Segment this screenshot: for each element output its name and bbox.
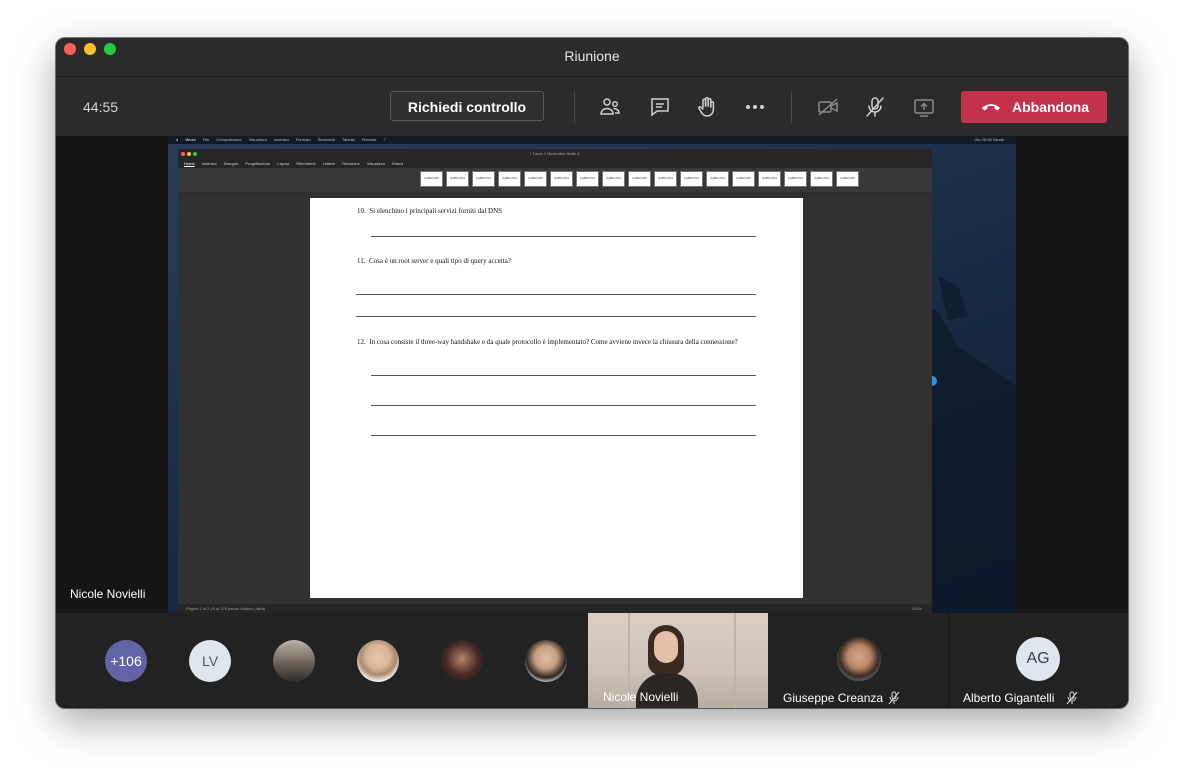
avatar[interactable]: [441, 640, 483, 682]
camera-off-icon[interactable]: [816, 95, 840, 119]
toolbar-divider: [574, 91, 575, 123]
word-zoom-level[interactable]: 100%: [912, 604, 922, 613]
answer-line: [371, 405, 756, 406]
style-gallery-item[interactable]: AaBbCcDd: [472, 171, 495, 187]
style-gallery-item[interactable]: AaBbCcDd: [732, 171, 755, 187]
menubar-item[interactable]: Finestra: [362, 137, 376, 142]
avatar[interactable]: AG: [1016, 637, 1060, 681]
question-11: 11. Cosa è un root server e quali tipo d…: [357, 257, 511, 265]
avatar[interactable]: [837, 637, 881, 681]
word-tab[interactable]: Visualizza: [367, 161, 385, 166]
meeting-timer: 44:55: [83, 99, 119, 115]
mic-off-icon[interactable]: [863, 95, 887, 119]
toolbar-divider: [791, 91, 792, 123]
style-gallery-item[interactable]: AaBbCcDd: [498, 171, 521, 187]
participant-name: Alberto Gigantelli: [963, 691, 1055, 705]
avatar[interactable]: [357, 640, 399, 682]
request-control-button[interactable]: Richiedi controllo: [390, 91, 544, 121]
word-ribbon: AaBbCcDd AaBbCcDd AaBbCcDd AaBbCcDd AaBb…: [178, 168, 932, 193]
answer-line: [356, 316, 756, 317]
teams-meeting-window: Riunione 44:55 Richiedi controllo Abband…: [56, 38, 1128, 708]
question-12: 12. In cosa consiste il three-way handsh…: [357, 338, 738, 346]
hang-up-icon: [982, 104, 1000, 111]
answer-line: [371, 236, 756, 237]
style-gallery-item[interactable]: AaBbCcDd: [836, 171, 859, 187]
mic-off-icon: [888, 691, 900, 705]
menubar-item[interactable]: File: [203, 137, 209, 142]
window-title: Riunione: [564, 48, 620, 64]
tile-divider: [948, 613, 950, 708]
menubar-item[interactable]: Formato: [296, 137, 311, 142]
avatar[interactable]: [273, 640, 315, 682]
menubar-item[interactable]: Tabella: [342, 137, 355, 142]
apple-icon: ●: [176, 137, 179, 142]
word-window: I Turno // Novembre finale A Home Inseri…: [178, 149, 932, 613]
participant-face: [654, 631, 678, 663]
word-tab[interactable]: Disegno: [224, 161, 239, 166]
participant-name: Giuseppe Creanza: [783, 691, 884, 705]
menubar-item[interactable]: Word: [186, 137, 196, 142]
avatar[interactable]: [525, 640, 567, 682]
style-gallery-item[interactable]: AaBbCcDd: [654, 171, 677, 187]
meeting-stage: ● Word File Composizione Visualizza Inse…: [56, 136, 1128, 613]
menubar-clock: Gio 16:45 Nicole: [974, 137, 1004, 142]
style-gallery-item[interactable]: AaBbCcDd: [758, 171, 781, 187]
leave-label: Abbandona: [1012, 99, 1089, 115]
menubar-item[interactable]: ?: [383, 137, 385, 142]
style-gallery-item[interactable]: AaBbCcDd: [550, 171, 573, 187]
style-gallery-item[interactable]: AaBbCcDd: [446, 171, 469, 187]
leave-button[interactable]: Abbandona: [961, 91, 1107, 123]
meeting-toolbar: 44:55 Richiedi controllo Abbandona: [56, 76, 1128, 137]
answer-line: [356, 294, 756, 295]
more-participants-badge[interactable]: +106: [105, 640, 147, 682]
menubar-item[interactable]: Inserisci: [274, 137, 289, 142]
word-tab[interactable]: Inserisci: [202, 161, 217, 166]
presenter-name: Nicole Novielli: [70, 587, 146, 601]
style-gallery-item[interactable]: AaBbCcDd: [810, 171, 833, 187]
word-tab[interactable]: Revisione: [342, 161, 360, 166]
menubar-item[interactable]: Composizione: [216, 137, 241, 142]
participant-name: Nicole Novielli: [603, 690, 679, 704]
more-icon[interactable]: [743, 95, 767, 119]
question-10: 10. Si elenchino i principali servizi fo…: [357, 207, 503, 215]
word-status-info: Pagina 2 di 2 29 di 376 parole Italiano …: [186, 606, 266, 611]
style-gallery-item[interactable]: AaBbCcDd: [706, 171, 729, 187]
word-tab[interactable]: Lettere: [323, 161, 335, 166]
chat-icon[interactable]: [648, 95, 672, 119]
document-page: 10. Si elenchino i principali servizi fo…: [310, 198, 803, 598]
style-gallery-item[interactable]: AaBbCcDd: [784, 171, 807, 187]
word-ribbon-tabs: Home Inserisci Disegno Progettazione Lay…: [178, 159, 932, 168]
word-statusbar: Pagina 2 di 2 29 di 376 parole Italiano …: [178, 604, 932, 613]
raise-hand-icon[interactable]: [695, 95, 719, 119]
word-tab[interactable]: Layout: [277, 161, 289, 166]
style-gallery-item[interactable]: AaBbCcDd: [576, 171, 599, 187]
mac-menubar: ● Word File Composizione Visualizza Inse…: [168, 136, 1016, 144]
word-tab[interactable]: Riferimenti: [296, 161, 315, 166]
background-door-edge: [734, 613, 736, 708]
style-gallery-item[interactable]: AaBbCcDd: [420, 171, 443, 187]
participant-video-nicole[interactable]: Nicole Novielli: [588, 613, 768, 708]
style-gallery-item[interactable]: AaBbCcDd: [602, 171, 625, 187]
participants-icon[interactable]: [598, 95, 622, 119]
menubar-item[interactable]: Strumenti: [318, 137, 335, 142]
avatar[interactable]: LV: [189, 640, 231, 682]
menubar-item[interactable]: Visualizza: [249, 137, 267, 142]
mic-off-icon: [1066, 691, 1078, 705]
shared-screen: ● Word File Composizione Visualizza Inse…: [168, 136, 1016, 613]
answer-line: [371, 375, 756, 376]
style-gallery-item[interactable]: AaBbCcDd: [680, 171, 703, 187]
word-document-title: I Turno // Novembre finale A: [530, 151, 580, 156]
share-tray-icon[interactable]: [912, 95, 936, 119]
word-tab[interactable]: Home: [184, 161, 195, 166]
word-tab[interactable]: Progettazione: [245, 161, 270, 166]
style-gallery-item[interactable]: AaBbCcDd: [628, 171, 651, 187]
title-bar: Riunione: [56, 38, 1128, 76]
participants-strip: +106 LV Nicole Novielli Giuseppe Creanza…: [56, 613, 1128, 708]
answer-line: [371, 435, 756, 436]
word-titlebar: I Turno // Novembre finale A: [178, 149, 932, 159]
word-tab[interactable]: Dimmi: [392, 161, 403, 166]
style-gallery-item[interactable]: AaBbCcDd: [524, 171, 547, 187]
